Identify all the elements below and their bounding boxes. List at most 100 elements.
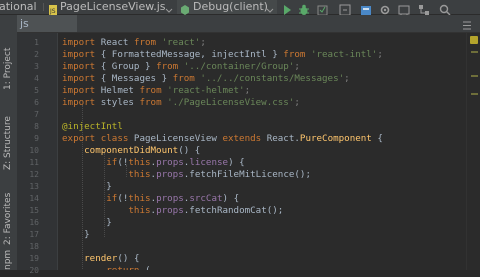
code-token: @injectIntl <box>62 121 123 132</box>
run-config-label: Debug(client) <box>193 0 268 13</box>
line-number: 6 <box>34 98 39 107</box>
code-token: from <box>139 85 168 96</box>
code-token: { Group } <box>100 61 157 72</box>
code-token: ; <box>344 73 350 84</box>
code-line[interactable]: import React from 'react'; <box>62 37 206 49</box>
code-token: { <box>377 133 383 144</box>
line-number: 17 <box>29 230 39 239</box>
code-token: PageLicenseView <box>133 133 223 144</box>
editor-tab-active[interactable]: js <box>17 15 77 32</box>
structure-icon[interactable] <box>418 1 430 15</box>
code-line[interactable]: } <box>62 217 112 229</box>
tool-window-npm[interactable]: npm <box>1 250 16 270</box>
search-icon[interactable] <box>439 1 451 16</box>
code-line[interactable]: } <box>62 229 90 241</box>
line-number: 10 <box>29 146 39 155</box>
tool-window-strip: 1: Project Z: Structure 2: Favorites npm <box>0 15 18 270</box>
settings-icon[interactable] <box>379 1 391 15</box>
code-token: this <box>128 157 151 168</box>
line-number: 19 <box>29 254 39 263</box>
run-icon[interactable] <box>282 1 292 15</box>
code-token: (! <box>117 193 129 204</box>
run-config-select[interactable]: Debug(client) <box>177 0 277 15</box>
code-line[interactable]: componentDidMount() { <box>62 145 200 157</box>
code-token: props <box>156 157 184 168</box>
code-line[interactable]: this.props.fetchFileMitLicence(); <box>62 169 311 181</box>
code-token: import <box>62 61 101 72</box>
warning-marker-icon[interactable] <box>470 36 478 44</box>
line-number: 1 <box>34 38 39 47</box>
code-token: this <box>128 193 151 204</box>
line-number: 5 <box>34 86 39 95</box>
code-token: { FormattedMessage, injectIntl } <box>100 49 284 60</box>
code-token: props <box>156 193 184 204</box>
node-icon <box>180 1 190 15</box>
code-line[interactable]: render() { <box>62 253 139 265</box>
code-line[interactable]: import { Messages } from '../../constant… <box>62 73 350 85</box>
code-line[interactable]: if(!this.props.srcCat) { <box>62 193 239 205</box>
stop-icon[interactable] <box>339 1 351 16</box>
editor-tab-bar: js <box>17 15 480 33</box>
menu-icon[interactable] <box>462 17 472 30</box>
tool-window-structure[interactable]: Z: Structure <box>1 110 16 170</box>
code-token: license <box>189 157 229 168</box>
code-token: ( <box>145 265 151 270</box>
coverage-icon[interactable] <box>317 1 329 16</box>
stripe-mark[interactable] <box>471 51 478 53</box>
chevron-down-icon[interactable] <box>165 1 173 13</box>
line-number: 8 <box>34 122 39 131</box>
code-line[interactable]: import { Group } from '../container/Grou… <box>62 61 300 73</box>
code-token: import <box>62 73 101 84</box>
code-line[interactable]: import { FormattedMessage, injectIntl } … <box>62 49 383 61</box>
code-token: srcCat <box>189 193 223 204</box>
code-token: import <box>62 85 101 96</box>
code-token: PureComponent <box>299 133 378 144</box>
code-token: fetchRandomCat(); <box>189 205 284 216</box>
tool-window-label: npm <box>3 249 13 270</box>
line-number: 4 <box>34 74 39 83</box>
code-token: ) { <box>222 193 240 204</box>
code-token: React <box>100 37 134 48</box>
code-token: () { <box>117 253 140 264</box>
debug-icon[interactable] <box>298 1 310 15</box>
line-number: 7 <box>34 110 39 119</box>
code-line[interactable]: return ( <box>62 265 151 270</box>
code-token: props <box>156 169 184 180</box>
code-line[interactable]: @injectIntl <box>62 121 123 133</box>
code-line[interactable]: this.props.fetchRandomCat(); <box>62 205 283 217</box>
line-number: 11 <box>29 158 39 167</box>
code-token: if <box>106 157 118 168</box>
build-icon[interactable] <box>360 1 372 15</box>
breadcrumb-divider <box>43 3 44 11</box>
code-token: from <box>139 97 168 108</box>
code-editor[interactable]: import React from 'react'; import { Forma… <box>58 33 466 270</box>
code-line[interactable]: if(!this.props.license) { <box>62 157 244 169</box>
line-number: 3 <box>34 62 39 71</box>
line-number: 14 <box>29 194 39 203</box>
code-token: './PageLicenseView.css' <box>167 97 295 108</box>
code-line[interactable]: export class PageLicenseView extends Rea… <box>62 133 383 145</box>
breadcrumb-project[interactable]: ational <box>0 0 37 14</box>
stripe-mark[interactable] <box>471 93 478 95</box>
code-line[interactable]: import Helmet from 'react-helmet'; <box>62 85 250 97</box>
code-token: { Messages } <box>100 73 173 84</box>
code-token: () { <box>178 145 201 156</box>
code-token: ; <box>294 61 300 72</box>
line-number: 13 <box>29 182 39 191</box>
code-token: React. <box>266 133 300 144</box>
breadcrumb-file[interactable]: PageLicenseView.js <box>60 0 165 14</box>
code-token: from <box>172 73 201 84</box>
code-line[interactable]: import styles from './PageLicenseView.cs… <box>62 97 300 109</box>
code-token: } <box>62 217 112 228</box>
sdk-icon[interactable] <box>398 1 410 16</box>
line-number: 2 <box>34 50 39 59</box>
stripe-mark[interactable] <box>471 75 478 77</box>
code-token: extends <box>222 133 267 144</box>
tool-window-project[interactable]: 1: Project <box>1 35 16 90</box>
code-line[interactable]: } <box>62 181 112 193</box>
tool-window-label: 1: Project <box>3 47 13 90</box>
code-token: this <box>128 169 151 180</box>
navigation-toolbar: ational JS PageLicenseView.js Debug(clie… <box>0 0 480 16</box>
error-stripe[interactable] <box>466 33 480 270</box>
